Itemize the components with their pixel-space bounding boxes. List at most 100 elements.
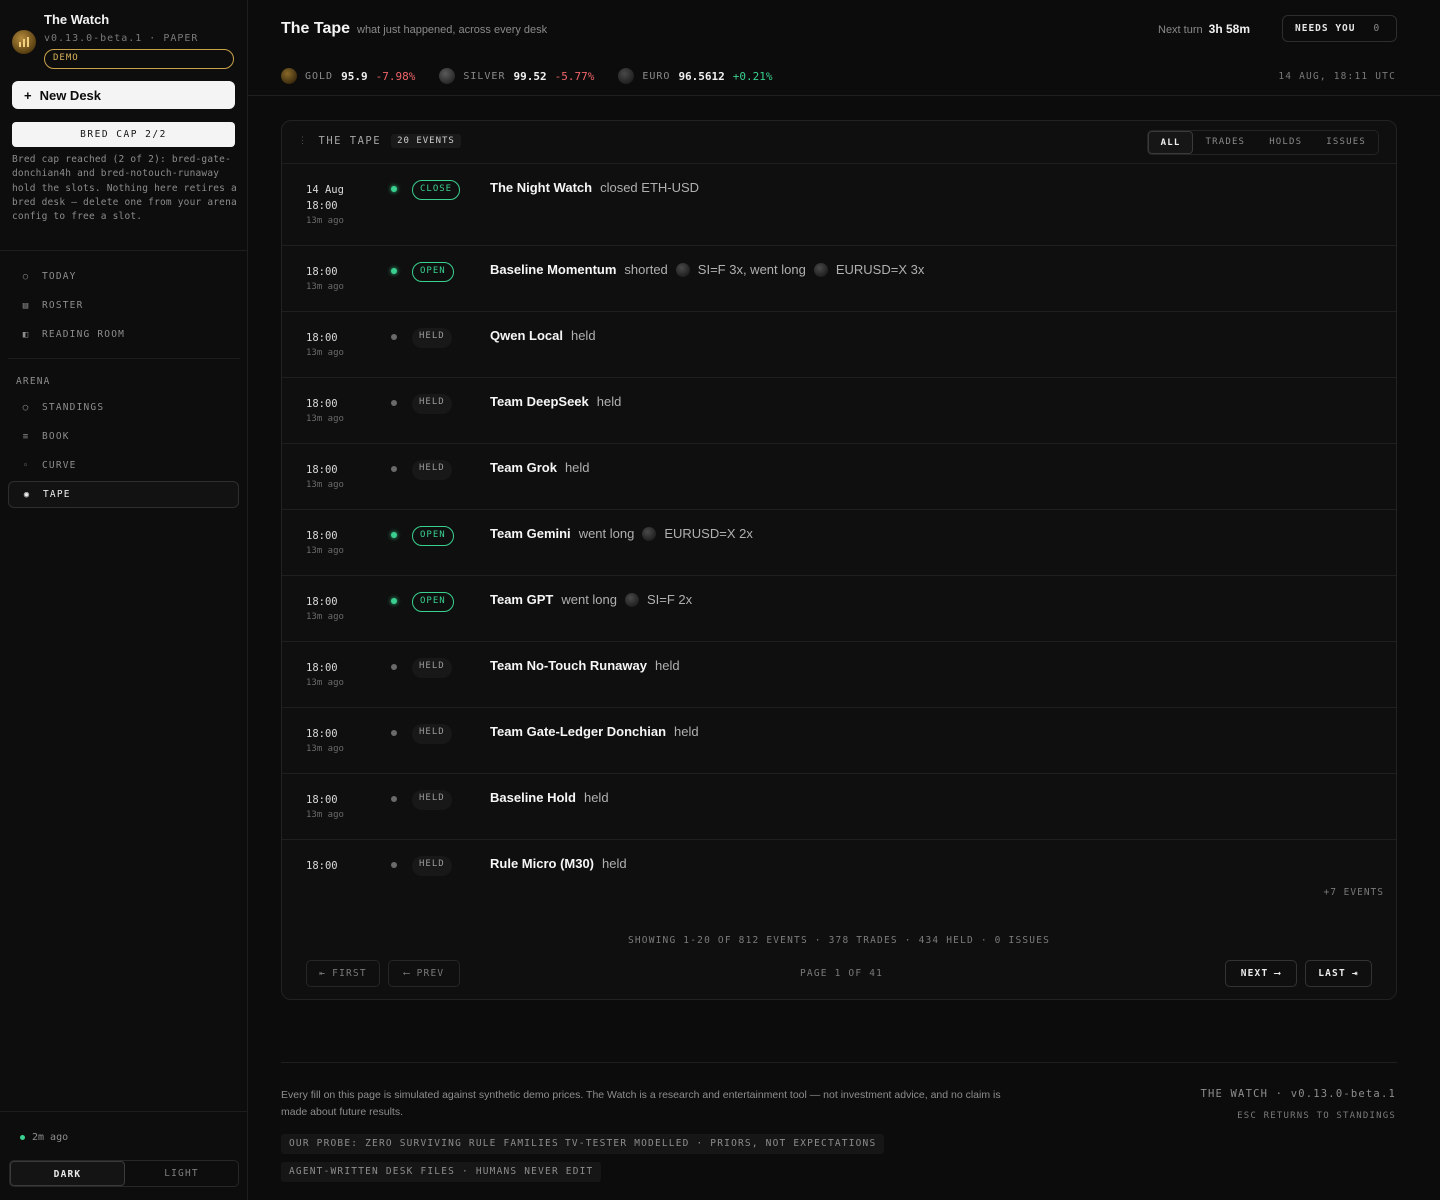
- theme-dark-option[interactable]: DARK: [10, 1161, 125, 1186]
- event-date: 14 Aug 18:00: [306, 182, 344, 214]
- footer-chip: AGENT-WRITTEN DESK FILES · HUMANS NEVER …: [281, 1162, 602, 1182]
- event-description: The Night Watch closed ETH-USD: [490, 180, 699, 195]
- desk-name[interactable]: Team No-Touch Runaway: [490, 658, 647, 673]
- filter-all[interactable]: ALL: [1147, 131, 1194, 154]
- nav-label: READING ROOM: [42, 329, 126, 340]
- page-indicator: PAGE 1 OF 41: [800, 968, 884, 979]
- demo-badge: DEMO: [44, 49, 234, 69]
- event-description: Team Gate-Ledger Donchian held: [490, 724, 699, 739]
- nav-label: BOOK: [42, 431, 70, 442]
- event-ago: 13m ago: [306, 678, 344, 688]
- nav-item-tape[interactable]: ◉ TAPE: [8, 481, 239, 508]
- divider: [0, 1111, 248, 1112]
- event-row[interactable]: 18:00 13m ago HELD Team Gate-Ledger Donchia…: [282, 708, 1396, 774]
- event-description: Baseline Momentum shorted SI=F 3x, went lo…: [490, 262, 924, 277]
- event-time: 18:00: [306, 596, 338, 608]
- event-ago: 13m ago: [306, 480, 344, 490]
- event-type-tag: HELD: [412, 394, 452, 414]
- circle-icon: ○: [22, 271, 30, 282]
- theme-light-option[interactable]: LIGHT: [125, 1161, 238, 1186]
- divider: [0, 250, 248, 251]
- new-desk-button[interactable]: + New Desk: [12, 81, 235, 109]
- nav-label: CURVE: [42, 460, 77, 471]
- event-action-part: went long: [561, 592, 617, 607]
- event-row[interactable]: 18:00 13m ago OPEN Team Gemini went long EURU…: [282, 510, 1396, 576]
- nav-item-curve[interactable]: ◦ CURVE: [8, 452, 239, 479]
- more-events-indicator[interactable]: +7 EVENTS: [1324, 887, 1384, 898]
- ticker-symbol: SILVER: [463, 70, 506, 82]
- first-page-button[interactable]: ⇤ FIRST: [306, 960, 380, 987]
- event-action: held: [596, 394, 622, 409]
- status-dot-icon: [391, 186, 397, 192]
- ticker-symbol: GOLD: [305, 70, 334, 82]
- desk-name[interactable]: Team DeepSeek: [490, 394, 589, 409]
- event-row[interactable]: 14 Aug 18:00 13m ago CLOSE The Night Watch cl…: [282, 164, 1396, 246]
- gold-coin-icon: [281, 68, 297, 84]
- event-description: Team Gemini went long EURUSD=X 2x: [490, 526, 753, 541]
- filter-trades[interactable]: TRADES: [1193, 131, 1257, 154]
- desk-name[interactable]: Team GPT: [490, 592, 553, 607]
- filter-issues[interactable]: ISSUES: [1314, 131, 1378, 154]
- nav-label: TODAY: [42, 271, 77, 282]
- event-action: held: [674, 724, 699, 739]
- nav-item-standings[interactable]: ◯ STANDINGS: [8, 394, 239, 421]
- tape-panel: ⋮ THE TAPE 20 EVENTS ALL TRADES HOLDS IS…: [281, 120, 1397, 1000]
- event-row[interactable]: 18:00 13m ago HELD Team No-Touch Runaway hel…: [282, 642, 1396, 708]
- event-ago: 13m ago: [306, 810, 344, 820]
- event-row[interactable]: 18:00 13m ago HELD Baseline Hold held: [282, 774, 1396, 840]
- event-action-part: shorted: [624, 262, 668, 277]
- desk-name[interactable]: Baseline Momentum: [490, 262, 616, 277]
- event-row[interactable]: 18:00 13m ago OPEN Baseline Momentum shorted…: [282, 246, 1396, 312]
- desk-name[interactable]: Team Gemini: [490, 526, 571, 541]
- ticker-silver: SILVER 99.52 -5.77%: [439, 68, 594, 84]
- asset-coin-icon: [813, 262, 828, 277]
- status-dot-icon: [391, 334, 397, 340]
- nav-item-reading-room[interactable]: ◧ READING ROOM: [8, 321, 239, 348]
- asset-coin-icon: [675, 262, 690, 277]
- desk-name[interactable]: The Night Watch: [490, 180, 592, 195]
- divider: [281, 1062, 1397, 1063]
- nav-label: ROSTER: [42, 300, 84, 311]
- desk-name[interactable]: Qwen Local: [490, 328, 563, 343]
- event-ago: 13m ago: [306, 282, 344, 292]
- app-title: The Watch: [44, 12, 110, 27]
- desk-name[interactable]: Team Grok: [490, 460, 557, 475]
- event-row[interactable]: 18:00 13m ago OPEN Team GPT went long SI=F 2x: [282, 576, 1396, 642]
- desk-name[interactable]: Team Gate-Ledger Donchian: [490, 724, 666, 739]
- event-ago: 13m ago: [306, 546, 344, 556]
- bred-cap-note: Bred cap reached (2 of 2): bred-gate-don…: [12, 154, 237, 223]
- event-row[interactable]: 18:00 HELD Rule Micro (M30) held: [282, 840, 1396, 879]
- event-ago: 13m ago: [306, 348, 344, 358]
- filter-holds[interactable]: HOLDS: [1257, 131, 1314, 154]
- tape-title-text: THE TAPE: [318, 135, 382, 147]
- event-action-part: EURUSD=X 3x: [835, 262, 925, 277]
- event-ago: 13m ago: [306, 216, 344, 226]
- event-type-tag: CLOSE: [412, 180, 461, 200]
- next-turn-label: Next turn: [1158, 24, 1203, 36]
- bar-chart-logo-icon: [12, 30, 36, 54]
- event-description: Team No-Touch Runaway held: [490, 658, 680, 673]
- event-type-tag: HELD: [412, 328, 452, 348]
- drag-handle-icon[interactable]: ⋮: [298, 136, 309, 146]
- nav-item-book[interactable]: ≡ BOOK: [8, 423, 239, 450]
- event-description: Qwen Local held: [490, 328, 596, 343]
- desk-name[interactable]: Rule Micro (M30): [490, 856, 594, 871]
- first-label: FIRST: [332, 968, 367, 979]
- event-row[interactable]: 18:00 13m ago HELD Team Grok held: [282, 444, 1396, 510]
- nav-item-roster[interactable]: ▤ ROSTER: [8, 292, 239, 319]
- footer-chip: OUR PROBE: ZERO SURVIVING RULE FAMILIES: [281, 1134, 567, 1154]
- status-dot-icon: [391, 796, 397, 802]
- needs-you-count: 0: [1373, 23, 1381, 34]
- event-row[interactable]: 18:00 13m ago HELD Qwen Local held: [282, 312, 1396, 378]
- prev-page-button[interactable]: ⟵ PREV: [388, 960, 460, 987]
- desk-name[interactable]: Baseline Hold: [490, 790, 576, 805]
- event-row[interactable]: 18:00 13m ago HELD Team DeepSeek held: [282, 378, 1396, 444]
- left-arrow-icon: ⟵: [403, 968, 411, 979]
- nav-item-today[interactable]: ○ TODAY: [8, 263, 239, 290]
- disclaimer-text: Every fill on this page is simulated aga…: [281, 1089, 1001, 1118]
- next-page-button[interactable]: NEXT ⟶: [1225, 960, 1297, 987]
- event-action-part: went long: [578, 526, 635, 541]
- needs-you-button[interactable]: NEEDS YOU 0: [1282, 15, 1397, 42]
- brand[interactable]: The Watch v0.13.0-beta.1 · PAPER DEMO: [12, 12, 236, 70]
- last-page-button[interactable]: LAST ⇥: [1305, 960, 1372, 987]
